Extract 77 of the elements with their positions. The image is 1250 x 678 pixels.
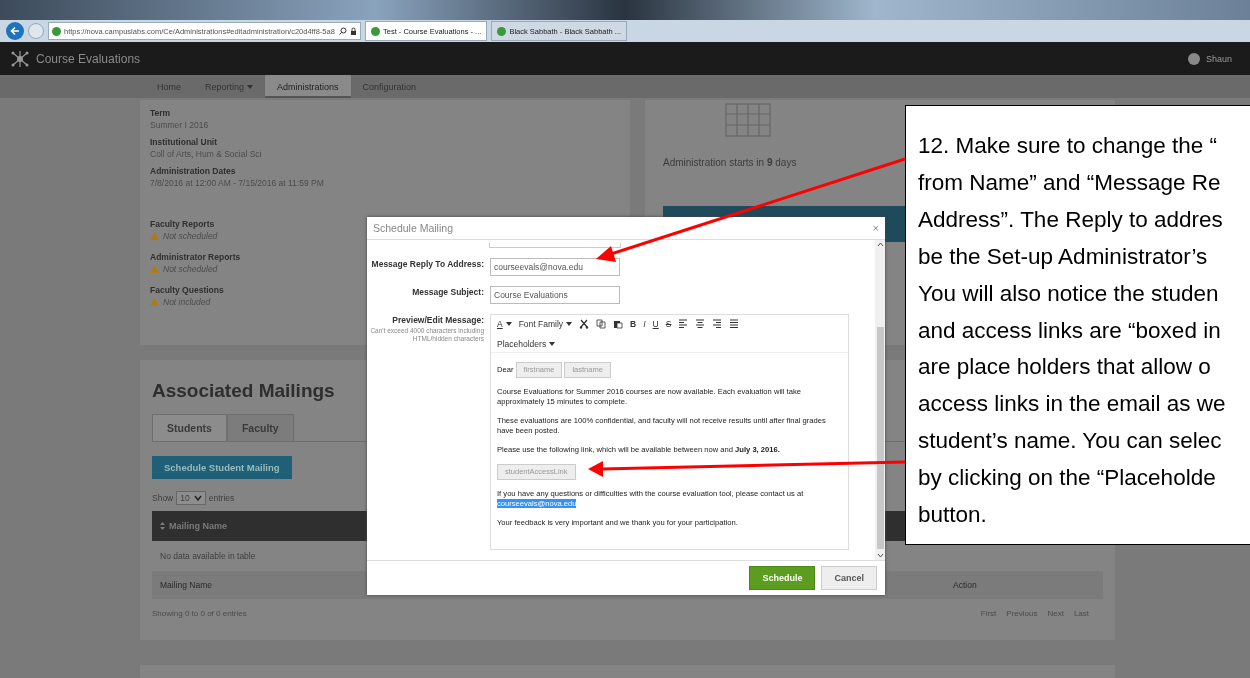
cancel-button[interactable]: Cancel xyxy=(821,566,877,590)
user-name[interactable]: Shaun xyxy=(1205,53,1232,64)
warning-icon xyxy=(150,232,159,240)
detail-label: Term xyxy=(150,108,171,118)
align-left-icon[interactable] xyxy=(678,319,689,329)
field-label: Preview/Edit Message: xyxy=(391,314,484,326)
page-size-select[interactable]: 10 xyxy=(176,491,206,505)
detail-label: Faculty Questions xyxy=(150,285,224,295)
input-field[interactable] xyxy=(489,243,621,248)
message-editor[interactable] xyxy=(490,314,849,550)
caret-icon xyxy=(193,494,202,502)
strike-button[interactable]: S xyxy=(665,319,672,329)
callout-text: student’s name. You can selec xyxy=(918,427,1223,456)
detail-label: Institutional Unit xyxy=(150,137,218,147)
caret-icon xyxy=(549,342,556,346)
callout-text: access links in the email as we xyxy=(918,390,1227,419)
scroll-up-icon xyxy=(876,242,884,247)
align-center-icon[interactable] xyxy=(695,319,706,329)
text-color-button[interactable]: A xyxy=(497,319,512,329)
detail-label: Administration Dates xyxy=(150,166,236,176)
field-label: Message Reply To Address: xyxy=(370,258,484,271)
section-title: Associated Mailings xyxy=(152,380,335,402)
tab[interactable]: Students xyxy=(152,414,227,441)
underline-button[interactable]: U xyxy=(652,319,659,329)
field-label: Message Subject: xyxy=(411,286,484,299)
close-button[interactable]: × xyxy=(872,222,879,234)
back-arrow-icon xyxy=(10,26,20,36)
show-label: Show xyxy=(152,493,174,503)
site-icon xyxy=(371,26,380,36)
callout-text: be the Set-up Administrator’s xyxy=(918,242,1209,271)
back-button[interactable] xyxy=(6,22,24,40)
caret-icon xyxy=(247,84,254,89)
app-title: Course Evaluations xyxy=(36,51,141,66)
schedule-button[interactable]: Schedule xyxy=(749,566,816,590)
detail-label: Administrator Reports xyxy=(150,252,241,262)
schedule-mailing-button[interactable]: Schedule Student Mailing xyxy=(152,456,292,479)
font-family-dropdown[interactable]: Font Family xyxy=(518,319,573,329)
callout-text: are place holders that allow o xyxy=(918,353,1212,382)
nav-tab[interactable]: Administrations xyxy=(265,75,351,98)
scrollbar[interactable] xyxy=(875,240,885,560)
callout-text: button. xyxy=(918,501,988,530)
site-icon xyxy=(52,26,61,36)
detail-label: Faculty Reports xyxy=(150,219,215,229)
entries-label: entries xyxy=(208,493,235,503)
placeholders-dropdown[interactable]: Placeholders xyxy=(497,339,842,349)
callout-text: from Name” and “Message Re xyxy=(918,168,1222,197)
network-logo-icon xyxy=(10,49,30,68)
column-label: Mailing Name xyxy=(160,580,213,590)
callout-text: 12. Make sure to change the “ xyxy=(918,132,1218,160)
align-right-icon[interactable] xyxy=(712,319,723,329)
callout-text: and access links are “boxed in xyxy=(918,316,1222,345)
callout-text: by clicking on the “Placeholde xyxy=(918,464,1217,493)
scroll-down-icon xyxy=(876,553,884,558)
sort-icon xyxy=(160,522,165,530)
calendar-icon xyxy=(725,103,771,137)
scissors-icon[interactable] xyxy=(579,319,590,329)
warning-icon xyxy=(150,265,159,273)
input-field[interactable]: Course Evaluations xyxy=(490,286,620,304)
dialog-title: Schedule Mailing xyxy=(373,222,453,234)
caret-icon xyxy=(505,322,512,326)
column-label: Action xyxy=(953,580,978,590)
paste-icon[interactable] xyxy=(613,319,624,329)
tab[interactable]: Faculty xyxy=(226,414,294,441)
bold-button[interactable]: B xyxy=(630,319,637,329)
user-avatar[interactable] xyxy=(1187,52,1200,65)
site-icon xyxy=(497,26,507,36)
italic-button[interactable]: I xyxy=(643,319,646,329)
warning-icon xyxy=(150,298,159,306)
input-field[interactable]: courseevals@nova.edu xyxy=(490,258,620,276)
callout-text: You will also notice the studen xyxy=(918,279,1220,308)
lock-icon xyxy=(350,27,357,35)
justify-icon[interactable] xyxy=(729,319,740,329)
copy-icon[interactable] xyxy=(596,319,607,329)
status-text: Administration starts in 9 days xyxy=(663,157,798,168)
callout-text: Address”. The Reply to addres xyxy=(918,205,1224,234)
caret-icon xyxy=(566,322,573,326)
search-icon xyxy=(339,27,347,35)
